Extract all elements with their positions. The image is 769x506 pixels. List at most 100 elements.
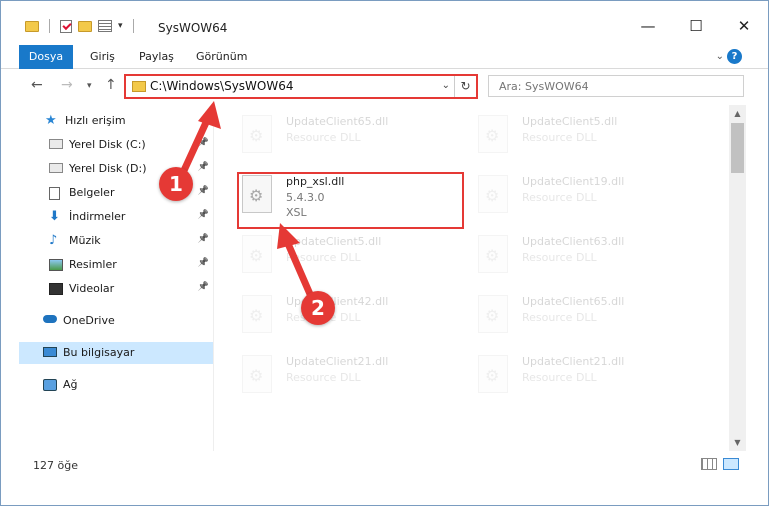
item-count: 127 öğe <box>33 459 78 472</box>
back-arrow-icon[interactable]: ← <box>31 77 43 93</box>
tab-file[interactable]: Dosya <box>19 45 73 69</box>
file-item[interactable]: UpdateClient42.dllResource DLL <box>242 293 472 343</box>
dll-file-icon <box>478 235 508 273</box>
address-bar[interactable]: C:\Windows\SysWOW64 ⌄ ↻ <box>124 74 478 99</box>
dll-file-icon <box>242 115 272 153</box>
file-meta: Resource DLL <box>522 131 597 144</box>
pin-icon[interactable]: 📌 <box>198 258 209 268</box>
file-list: UpdateClient65.dllResource DLLUpdateClie… <box>214 105 729 451</box>
file-name: UpdateClient63.dll <box>522 235 625 248</box>
dll-file-icon <box>242 235 272 273</box>
sidebar-item-label: Yerel Disk (C:) <box>69 138 146 151</box>
file-item[interactable]: UpdateClient21.dll Resource DLL <box>478 353 708 403</box>
expand-ribbon-chevron-icon[interactable]: ⌄ <box>716 51 724 62</box>
file-highlight-box <box>237 172 464 229</box>
tab-share[interactable]: Paylaş <box>139 45 174 69</box>
sidebar-item[interactable]: ⬇ İndirmeler 📌 <box>19 206 213 228</box>
star-icon: ★ <box>45 113 57 128</box>
folder-icon <box>25 20 39 32</box>
explorer-window: ▾ SysWOW64 — ☐ ✕ Dosya Giriş Paylaş Görü… <box>0 0 769 506</box>
file-item[interactable]: UpdateClient63.dll Resource DLL <box>478 233 708 283</box>
drive-icon <box>49 139 63 149</box>
pin-icon[interactable]: 📌 <box>198 282 209 292</box>
quick-access-toolbar: ▾ <box>25 19 138 33</box>
step-1-badge: 1 <box>159 167 193 201</box>
dll-file-icon <box>478 115 508 153</box>
scroll-down-icon[interactable]: ▼ <box>729 434 746 451</box>
sidebar-item[interactable]: ♪ Müzik 📌 <box>19 230 213 252</box>
view-options-icon[interactable] <box>98 20 112 32</box>
step-2-badge: 2 <box>301 291 335 325</box>
file-meta: Resource DLL <box>286 131 361 144</box>
sidebar-item-label: Ağ <box>63 378 78 391</box>
new-folder-icon[interactable] <box>78 20 92 32</box>
maximize-button[interactable]: ☐ <box>672 11 720 41</box>
navigation-pane: ★ Hızlı erişim Yerel Disk (C:) 📌 Yerel Disk … <box>19 105 213 451</box>
file-meta: Resource DLL <box>522 251 597 264</box>
customize-dropdown-icon[interactable]: ▾ <box>118 21 123 31</box>
folder-icon <box>132 81 146 92</box>
large-icons-view-icon[interactable] <box>723 458 739 470</box>
file-item[interactable]: UpdateClient19.dll Resource DLL <box>478 173 708 223</box>
sidebar-item[interactable]: Yerel Disk (C:) 📌 <box>19 134 213 156</box>
pin-icon[interactable]: 📌 <box>198 162 209 172</box>
sidebar-item-label: Yerel Disk (D:) <box>69 162 147 175</box>
scroll-up-icon[interactable]: ▲ <box>729 105 746 122</box>
sidebar-item[interactable]: Bu bilgisayar <box>19 342 213 364</box>
tab-view[interactable]: Görünüm <box>196 45 247 69</box>
search-box[interactable] <box>488 75 744 97</box>
up-arrow-icon[interactable]: ↑ <box>105 77 117 93</box>
sidebar-item[interactable]: Videolar 📌 <box>19 278 213 300</box>
dll-file-icon <box>478 355 508 393</box>
file-name: UpdateClient21.dll <box>286 355 389 368</box>
title-bar: ▾ SysWOW64 — ☐ ✕ <box>1 1 768 45</box>
window-title: SysWOW64 <box>158 21 228 35</box>
dll-file-icon <box>478 295 508 333</box>
download-icon: ⬇ <box>49 209 60 224</box>
sidebar-item[interactable]: Ağ <box>19 374 213 396</box>
sidebar-item-label: Belgeler <box>69 186 115 199</box>
documents-icon <box>49 187 60 200</box>
separator <box>132 19 134 33</box>
pin-icon[interactable]: 📌 <box>198 186 209 196</box>
status-bar: 127 öğe <box>19 453 746 477</box>
sidebar-item-label: Resimler <box>69 258 117 271</box>
pin-icon[interactable]: 📌 <box>198 234 209 244</box>
tab-home[interactable]: Giriş <box>90 45 115 69</box>
window-controls: — ☐ ✕ <box>624 11 768 41</box>
close-button[interactable]: ✕ <box>720 11 768 41</box>
file-item[interactable]: UpdateClient65.dll Resource DLL <box>242 113 472 163</box>
minimize-button[interactable]: — <box>624 11 672 41</box>
cloud-icon <box>43 315 57 323</box>
pin-icon[interactable]: 📌 <box>198 138 209 148</box>
details-view-icon[interactable] <box>701 458 717 470</box>
sidebar-item-label: OneDrive <box>63 314 115 327</box>
file-item[interactable]: UpdateClient65.dll Resource DLL <box>478 293 708 343</box>
sidebar-item[interactable]: OneDrive <box>19 310 213 332</box>
file-name: UpdateClient5.dll <box>522 115 618 128</box>
search-input[interactable] <box>489 76 743 96</box>
refresh-icon[interactable]: ↻ <box>454 76 476 97</box>
vertical-scrollbar[interactable]: ▲ ▼ <box>729 105 746 451</box>
properties-check-icon[interactable] <box>60 19 72 33</box>
file-name: UpdateClient19.dll <box>522 175 625 188</box>
forward-arrow-icon[interactable]: → <box>61 77 73 93</box>
file-item[interactable]: UpdateClient5.dll Resource DLL <box>242 233 472 283</box>
recent-locations-chevron-icon[interactable]: ▾ <box>87 81 92 91</box>
sidebar-item[interactable]: Resimler 📌 <box>19 254 213 276</box>
file-meta: Resource DLL <box>286 371 361 384</box>
address-path[interactable]: C:\Windows\SysWOW64 <box>150 79 294 93</box>
scrollbar-thumb[interactable] <box>731 123 744 173</box>
help-icon[interactable]: ? <box>727 49 742 64</box>
computer-icon <box>43 347 57 357</box>
file-item[interactable]: UpdateClient21.dll Resource DLL <box>242 353 472 403</box>
file-meta: Resource DLL <box>522 191 597 204</box>
file-name: UpdateClient65.dll <box>286 115 389 128</box>
drive-icon <box>49 163 63 173</box>
pin-icon[interactable]: 📌 <box>198 210 209 220</box>
navigation-bar: ← → ▾ ↑ C:\Windows\SysWOW64 ⌄ ↻ <box>1 69 768 105</box>
address-dropdown-icon[interactable]: ⌄ <box>442 80 450 91</box>
file-item[interactable]: UpdateClient5.dll Resource DLL <box>478 113 708 163</box>
sidebar-item[interactable]: ★ Hızlı erişim <box>19 110 213 132</box>
ribbon-tabs: Dosya Giriş Paylaş Görünüm ⌄ ? <box>1 45 768 69</box>
